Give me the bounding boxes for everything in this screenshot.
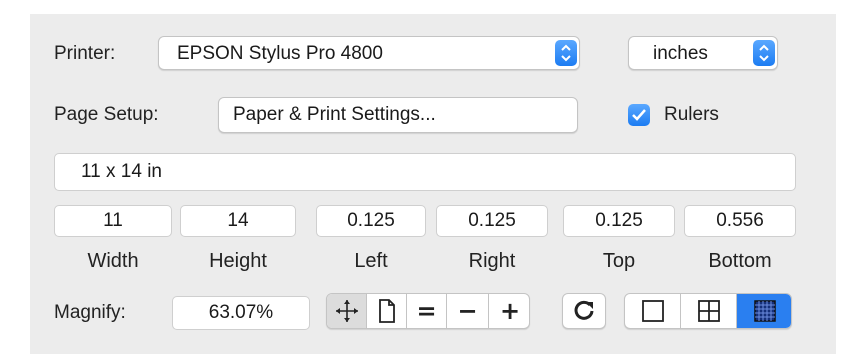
page-setup-label: Page Setup: — [54, 104, 159, 125]
equals-icon: = — [416, 297, 437, 325]
width-field[interactable]: 11 — [54, 205, 172, 237]
fine-grid-button[interactable] — [737, 294, 791, 328]
paper-print-settings-button[interactable]: Paper & Print Settings... — [218, 97, 578, 133]
magnify-label: Magnify: — [54, 302, 126, 323]
bottom-margin-field[interactable]: 0.556 — [684, 205, 796, 237]
units-stepper-icon — [753, 40, 775, 66]
grid-segmented-control — [624, 293, 792, 329]
top-label: Top — [602, 250, 636, 272]
quad-grid-button[interactable] — [681, 294, 737, 328]
zoom-out-button[interactable]: − — [447, 294, 489, 328]
height-label: Height — [209, 250, 267, 272]
top-margin-field[interactable]: 0.125 — [563, 205, 675, 237]
refresh-icon — [574, 300, 594, 320]
rulers-label: Rulers — [664, 104, 719, 125]
refresh-cell — [563, 294, 605, 328]
paper-size-field[interactable]: 11 x 14 in — [54, 153, 796, 191]
rulers-checkbox[interactable] — [628, 104, 650, 126]
magnify-field[interactable]: 63.07% — [172, 296, 310, 330]
actual-size-button[interactable]: = — [407, 294, 447, 328]
single-page-icon — [641, 300, 664, 322]
zoom-segmented-control: = − + — [326, 293, 530, 329]
single-page-button[interactable] — [625, 294, 681, 328]
width-label: Width — [87, 250, 139, 272]
quad-grid-icon — [697, 300, 720, 322]
printer-label: Printer: — [54, 43, 116, 64]
fine-grid-icon — [754, 300, 776, 322]
zoom-in-button[interactable]: + — [489, 294, 529, 328]
minus-icon: − — [457, 297, 478, 325]
refresh-button[interactable] — [562, 293, 606, 329]
page-tool-button[interactable] — [367, 294, 407, 328]
page-icon — [378, 299, 395, 323]
plus-icon: + — [499, 297, 521, 325]
printer-value: EPSON Stylus Pro 4800 — [177, 43, 383, 64]
printer-stepper-icon — [555, 40, 577, 66]
right-margin-field[interactable]: 0.125 — [436, 205, 548, 237]
right-label: Right — [468, 250, 516, 272]
move-tool-button[interactable] — [327, 294, 367, 328]
height-field[interactable]: 14 — [180, 205, 296, 237]
units-popup[interactable]: inches — [628, 36, 778, 70]
bottom-label: Bottom — [708, 250, 772, 272]
left-label: Left — [354, 250, 388, 272]
printer-popup[interactable]: EPSON Stylus Pro 4800 — [158, 36, 580, 70]
move-icon — [335, 300, 358, 322]
checkmark-icon — [632, 109, 646, 121]
left-margin-field[interactable]: 0.125 — [316, 205, 426, 237]
units-value: inches — [653, 43, 708, 64]
